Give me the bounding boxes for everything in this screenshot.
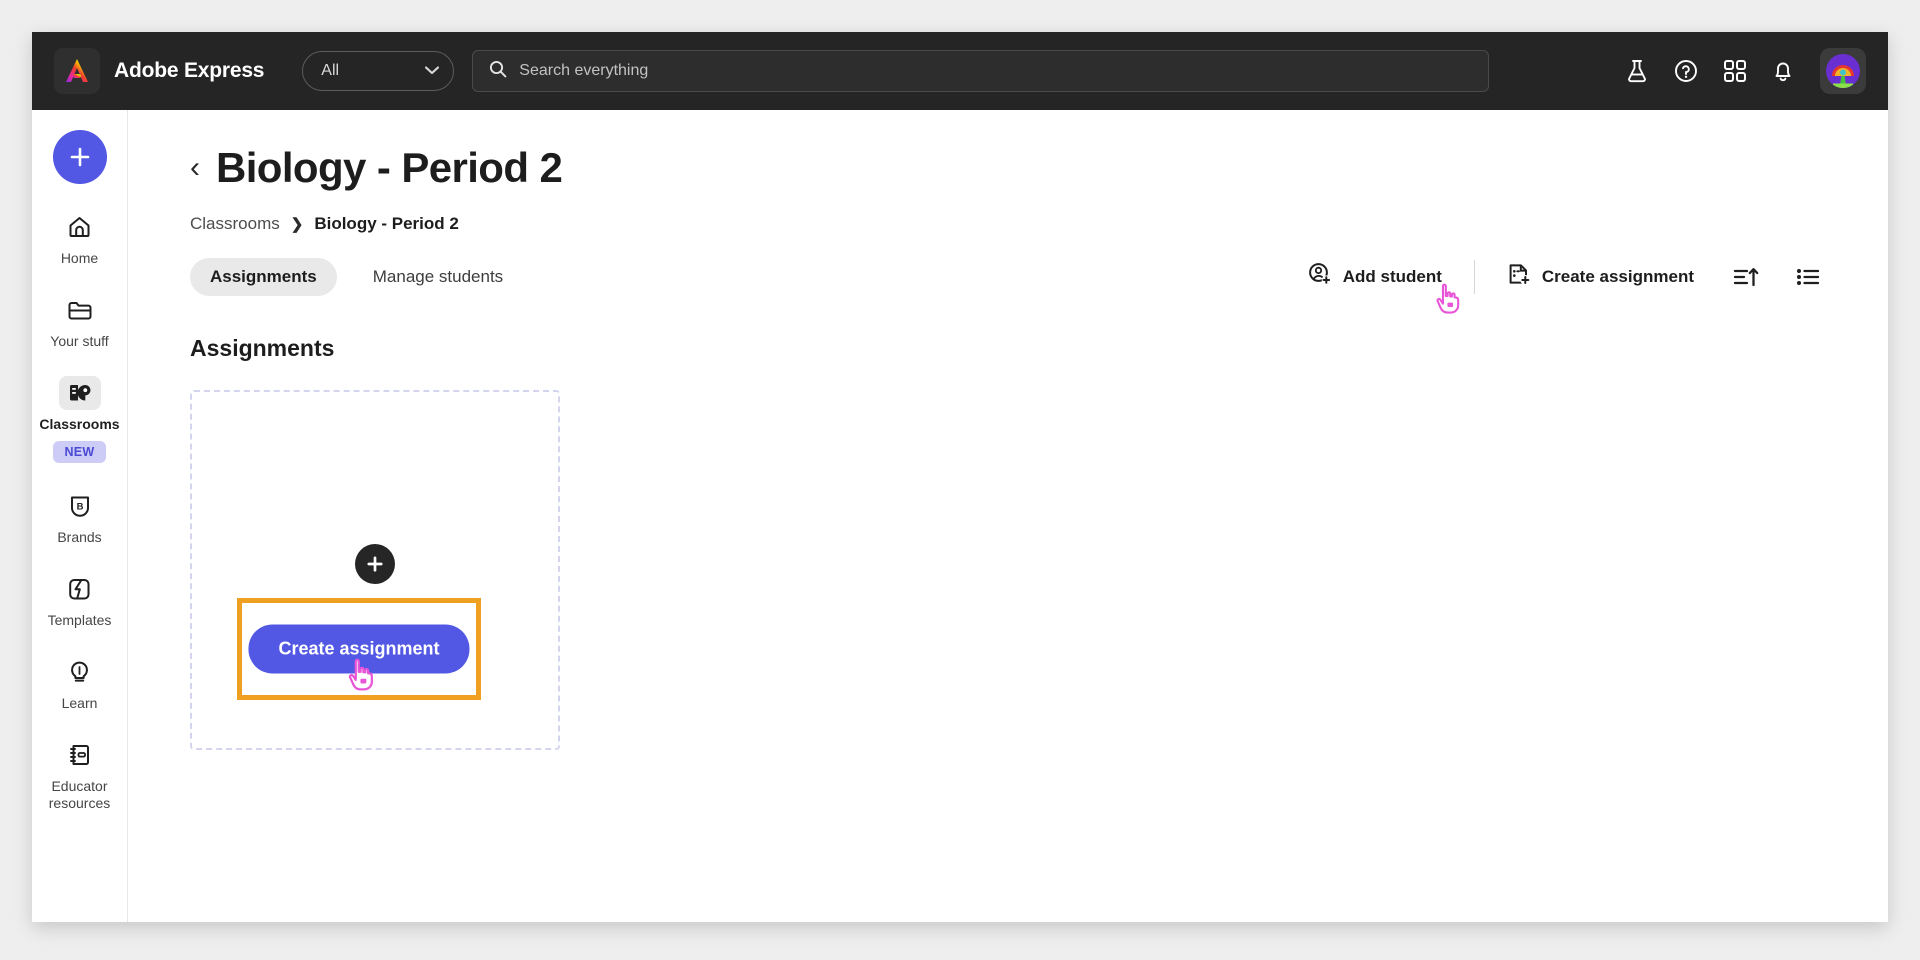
classrooms-icon — [58, 376, 101, 410]
sidebar-item-classrooms[interactable]: Classrooms NEW — [34, 376, 126, 463]
breadcrumb-classrooms[interactable]: Classrooms — [190, 214, 280, 234]
home-icon — [59, 210, 101, 244]
assignments-dropzone[interactable]: Create assignment — [190, 390, 560, 750]
sidebar-item-your-stuff[interactable]: Your stuff — [34, 293, 126, 350]
avatar[interactable] — [1820, 48, 1866, 94]
sidebar-item-home[interactable]: Home — [34, 210, 126, 267]
svg-text:B: B — [76, 501, 83, 512]
sidebar-label-brands: Brands — [57, 529, 102, 545]
breadcrumb-current: Biology - Period 2 — [314, 214, 459, 233]
search-input[interactable]: Search everything — [472, 50, 1490, 92]
document-add-icon — [1507, 262, 1531, 291]
brand-shield-icon: B — [59, 489, 101, 523]
toolbar-divider — [1473, 259, 1475, 294]
sidebar-label-templates: Templates — [47, 612, 112, 628]
add-assignment-plus-button[interactable] — [355, 544, 395, 584]
tab-manage-students[interactable]: Manage students — [353, 258, 523, 296]
back-button[interactable]: ‹ — [190, 153, 200, 183]
user-add-icon — [1308, 262, 1332, 291]
sidebar-item-learn[interactable]: Learn — [34, 655, 126, 712]
sidebar-label-your-stuff: Your stuff — [50, 333, 109, 349]
sidebar-label-home: Home — [60, 250, 99, 266]
sidebar-item-educator-resources[interactable]: Educator resources — [34, 738, 126, 812]
search-icon — [489, 60, 507, 83]
bell-icon[interactable] — [1772, 59, 1794, 83]
sidebar-badge-new: NEW — [53, 441, 106, 463]
sidebar-item-brands[interactable]: B Brands — [34, 489, 126, 546]
user-avatar-icon — [1826, 54, 1860, 88]
notebook-icon — [59, 738, 101, 772]
sidebar-label-classrooms: Classrooms — [39, 416, 120, 432]
left-sidebar: Home Your stuff Classrooms NEW B Brands … — [32, 110, 128, 922]
add-student-button[interactable]: Add student — [1298, 256, 1452, 297]
app-window: Adobe Express All Search everything Home… — [32, 32, 1888, 922]
sidebar-item-templates[interactable]: Templates — [34, 572, 126, 629]
search-filter-value: All — [321, 62, 340, 79]
lightbulb-icon — [59, 655, 101, 689]
list-view-icon[interactable] — [1788, 259, 1828, 295]
add-student-label: Add student — [1342, 266, 1442, 286]
adobe-express-logo-icon[interactable] — [54, 48, 100, 94]
create-assignment-toolbar-button[interactable]: Create assignment — [1497, 256, 1704, 297]
content-toolbar: Add student Create assignment — [1298, 256, 1828, 297]
plus-icon — [367, 556, 383, 572]
plus-icon — [70, 147, 89, 167]
sidebar-label-learn: Learn — [61, 695, 98, 711]
page-header: ‹ Biology - Period 2 — [190, 144, 1828, 192]
sidebar-label-educator-resources: Educator resources — [48, 778, 111, 811]
tab-bar: Assignments Manage students Add student … — [190, 256, 1828, 314]
folder-icon — [59, 293, 101, 327]
breadcrumb: Classrooms ❯ Biology - Period 2 — [190, 214, 1828, 234]
main-content: ‹ Biology - Period 2 Classrooms ❯ Biolog… — [128, 110, 1888, 922]
apps-grid-icon[interactable] — [1724, 60, 1746, 82]
brand-name: Adobe Express — [114, 59, 265, 82]
chevron-down-icon — [425, 62, 440, 80]
flask-icon[interactable] — [1626, 59, 1648, 83]
tab-assignments[interactable]: Assignments — [190, 257, 337, 296]
sort-ascending-icon[interactable] — [1726, 259, 1766, 295]
help-circle-icon[interactable] — [1674, 59, 1698, 83]
templates-icon — [59, 572, 101, 606]
search-placeholder: Search everything — [519, 62, 649, 79]
search-filter-dropdown[interactable]: All — [302, 51, 455, 91]
create-new-button[interactable] — [52, 130, 107, 184]
create-assignment-primary-button[interactable]: Create assignment — [248, 624, 470, 674]
breadcrumb-separator-icon: ❯ — [290, 216, 304, 233]
page-title: Biology - Period 2 — [216, 144, 563, 191]
top-header-bar: Adobe Express All Search everything — [32, 32, 1888, 110]
header-actions — [1626, 48, 1866, 94]
section-title-assignments: Assignments — [190, 335, 335, 361]
annotation-highlight-box: Create assignment — [237, 598, 481, 700]
create-assignment-toolbar-label: Create assignment — [1541, 266, 1694, 286]
